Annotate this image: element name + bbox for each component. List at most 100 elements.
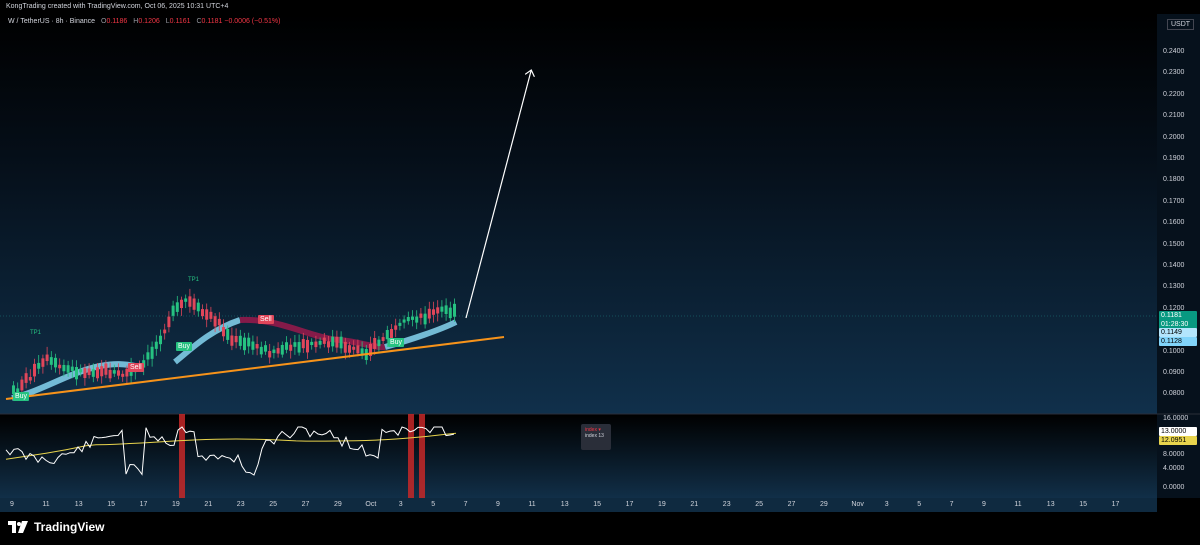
price-tick-label: 0.1900: [1163, 155, 1185, 162]
candle-body: [70, 366, 74, 371]
indicator-tick-label: 8.0000: [1163, 451, 1185, 458]
time-tick-label: 15: [593, 501, 601, 508]
candle-body: [159, 335, 162, 345]
candle-body: [150, 346, 154, 359]
time-tick-label: 17: [1111, 501, 1120, 508]
price-tick-label: 0.1000: [1163, 347, 1185, 355]
candle-body: [62, 364, 66, 372]
candle-body: [117, 370, 120, 376]
candle-body: [217, 318, 221, 326]
candle-body: [24, 373, 28, 383]
indicator-pane[interactable]: [0, 414, 1157, 498]
candle-body: [398, 322, 402, 326]
price-tick-label: 0.1500: [1163, 240, 1185, 248]
price-scale[interactable]: [1157, 14, 1200, 498]
candle-body: [343, 341, 347, 353]
candle-body: [41, 358, 45, 367]
candle-body: [184, 298, 188, 302]
price-tick-label: 0.2100: [1163, 112, 1185, 120]
indicator-tick-label: 4.0000: [1163, 465, 1185, 472]
price-tick-label: 0.2000: [1163, 133, 1185, 141]
sell-signal-label: Sell: [258, 315, 274, 324]
chart-canvas[interactable]: [0, 0, 1200, 545]
candle-body: [79, 369, 83, 373]
candle-body: [196, 302, 200, 312]
time-tick-label: 27: [301, 501, 310, 508]
candle-body: [356, 345, 360, 354]
level-1-tag: 0.1149: [1159, 328, 1197, 337]
candle-body: [49, 357, 53, 365]
candle-body: [268, 351, 272, 358]
oscillator-ma-tag: 12.0951: [1159, 436, 1197, 445]
time-tick-label: 5: [431, 501, 436, 508]
price-tick-label: 0.1300: [1163, 283, 1185, 291]
time-tick-label: 17: [625, 501, 634, 508]
candle-body: [415, 316, 419, 323]
high-value: 0.1206: [138, 18, 160, 25]
candle-body: [58, 364, 62, 369]
last-price-value: 0.1181: [1161, 312, 1182, 319]
time-tick-label: 13: [74, 501, 83, 508]
time-tick-label: 13: [560, 501, 569, 508]
price-tick-label: 0.2200: [1163, 90, 1185, 98]
price-tick-label: 0.0900: [1163, 369, 1185, 376]
candle-body: [230, 335, 234, 346]
candle-body: [448, 307, 452, 319]
candle-body: [322, 337, 326, 344]
candle-body: [352, 346, 356, 350]
indicator-tick-label: 0.0000: [1163, 484, 1185, 491]
candle-body: [301, 339, 305, 349]
candle-body: [440, 306, 444, 312]
close-value: 0.1181 −0.0006 (−0.51%): [201, 18, 281, 25]
chart-window: KongTrading created with TradingView.com…: [0, 0, 1200, 545]
price-tick-label: 0.1700: [1163, 197, 1185, 205]
time-tick-label: 5: [917, 501, 922, 508]
candle-body: [167, 316, 171, 328]
candle-body: [327, 341, 330, 348]
candle-body: [180, 299, 183, 309]
candle-body: [285, 342, 288, 350]
candle-body: [226, 328, 230, 340]
candle-body: [222, 327, 225, 337]
currency-button[interactable]: USDT: [1167, 19, 1195, 30]
candle-body: [293, 342, 297, 347]
candle-body: [406, 316, 410, 322]
time-tick-label: 7: [463, 501, 468, 508]
candle-body: [213, 316, 217, 327]
candle-body: [205, 309, 209, 320]
time-tick-label: Nov: [851, 501, 864, 508]
last-price-tag: 0.1181 01:28:30: [1159, 311, 1197, 329]
candle-body: [112, 370, 116, 374]
buy-signal-label: Buy: [13, 392, 30, 401]
candle-body: [20, 379, 24, 391]
buy-signal-label: Buy: [388, 338, 405, 347]
candle-body: [87, 368, 91, 376]
candle-body: [45, 354, 49, 362]
take-profit-label: TP1: [188, 277, 200, 283]
candle-body: [453, 303, 456, 317]
indicator-tick-label: 16.0000: [1163, 415, 1189, 422]
candle-body: [373, 338, 377, 349]
open-value: 0.1186: [106, 18, 128, 25]
candle-body: [339, 336, 343, 349]
symbol-name[interactable]: W / TetherUS · 8h · Binance: [8, 18, 95, 25]
candle-body: [28, 377, 32, 381]
time-tick-label: 25: [755, 501, 763, 508]
candle-body: [238, 335, 242, 346]
price-pane[interactable]: [0, 14, 1157, 414]
candle-body: [163, 329, 167, 334]
candle-body: [209, 311, 213, 319]
take-profit-label: TP1: [30, 330, 42, 336]
candle-body: [276, 348, 280, 354]
time-tick-label: 7: [949, 501, 954, 508]
candle-body: [66, 365, 70, 373]
time-tick-label: 27: [787, 501, 796, 508]
time-tick-label: 15: [1079, 501, 1087, 508]
tradingview-logo[interactable]: TradingView: [8, 520, 104, 534]
time-tick-label: 3: [884, 501, 889, 508]
candle-body: [264, 345, 267, 352]
candle-body: [297, 342, 301, 353]
time-tick-label: 25: [269, 501, 277, 508]
candle-body: [432, 309, 435, 315]
price-tick-label: 0.2300: [1163, 69, 1185, 77]
